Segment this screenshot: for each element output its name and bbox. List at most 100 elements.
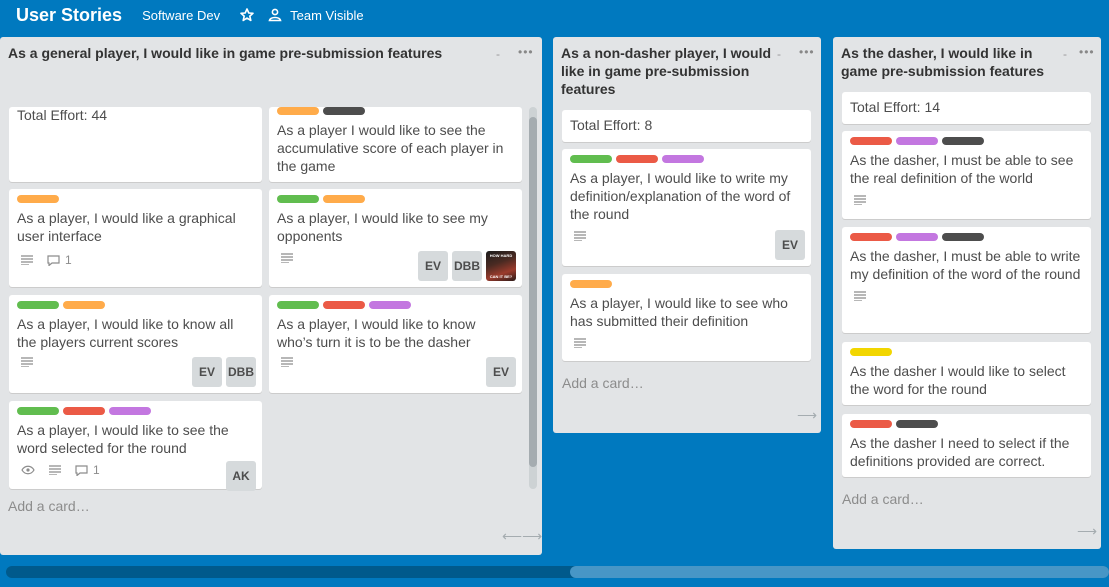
card-see-submitted[interactable]: As a player, I would like to see who has…	[562, 274, 811, 361]
card-word-selected[interactable]: As a player, I would like to see the wor…	[9, 401, 262, 491]
member-avatar[interactable]: EV	[775, 230, 805, 260]
card-members: EV DBB	[192, 357, 256, 387]
card-select-correct[interactable]: As the dasher I need to select if the de…	[842, 414, 1091, 477]
list-scrollbar-thumb[interactable]	[529, 117, 537, 467]
label-purple	[369, 301, 411, 309]
label-orange	[63, 301, 105, 309]
card-labels	[570, 280, 803, 288]
comments-count: 1	[65, 253, 72, 267]
add-card-link[interactable]: Add a card…	[562, 375, 644, 391]
card-badges: 1	[21, 253, 254, 267]
label-purple	[109, 407, 151, 415]
label-red	[63, 407, 105, 415]
star-icon[interactable]	[240, 8, 254, 22]
label-black	[323, 107, 365, 115]
list-dasher: As the dasher, I would like in game pre-…	[833, 37, 1101, 549]
card-title: As the dasher I need to select if the de…	[850, 435, 1070, 469]
label-red	[616, 155, 658, 163]
label-yellow	[850, 348, 892, 356]
card-title: Total Effort: 44	[17, 107, 108, 123]
card-badges: 1	[21, 463, 254, 477]
minimize-icon[interactable]: -	[1063, 47, 1067, 61]
card-labels	[277, 301, 514, 309]
card-labels	[570, 155, 803, 163]
label-orange	[570, 280, 612, 288]
member-avatar[interactable]: EV	[192, 357, 222, 387]
member-avatar[interactable]: DBB	[226, 357, 256, 387]
card-badges	[854, 291, 1083, 301]
label-green	[17, 301, 59, 309]
add-card-link[interactable]: Add a card…	[8, 498, 90, 514]
card-members: EV DBB HOW HARD CAN IT BE?	[418, 251, 516, 281]
team-visibility-button[interactable]: Team Visible	[268, 7, 364, 23]
card-labels	[17, 195, 254, 203]
member-avatar[interactable]: EV	[418, 251, 448, 281]
list-non-dasher: As a non-dasher player, I would like in …	[553, 37, 821, 433]
description-icon	[574, 338, 586, 348]
card-total-effort[interactable]: Total Effort: 14	[842, 92, 1091, 124]
label-purple	[896, 137, 938, 145]
label-red	[850, 137, 892, 145]
member-photo-avatar[interactable]: HOW HARD CAN IT BE?	[486, 251, 516, 281]
card-write-definition[interactable]: As the dasher, I must be able to write m…	[842, 227, 1091, 333]
avatar-caption-top: HOW HARD	[489, 253, 513, 258]
description-icon	[49, 465, 61, 475]
team-icon	[268, 8, 282, 22]
label-black	[942, 233, 984, 241]
card-total-effort[interactable]: Total Effort: 44	[9, 107, 262, 182]
card-see-opponents[interactable]: As a player, I would like to see my oppo…	[269, 189, 522, 287]
card-badges	[854, 195, 1083, 205]
team-visibility-label: Team Visible	[290, 7, 364, 23]
board-horizontal-scrollbar[interactable]	[6, 566, 1109, 578]
label-black	[896, 420, 938, 428]
card-title: As a player, I would like a graphical us…	[17, 210, 236, 244]
card-title: As a player, I would like to write my de…	[570, 170, 791, 222]
label-green	[277, 301, 319, 309]
label-green	[570, 155, 612, 163]
label-red	[850, 233, 892, 241]
label-green	[277, 195, 319, 203]
card-badges	[574, 338, 803, 348]
minimize-icon[interactable]: -	[496, 47, 500, 61]
member-avatar[interactable]: EV	[486, 357, 516, 387]
card-current-scores[interactable]: As a player, I would like to know all th…	[9, 295, 262, 393]
card-title: As a player, I would like to see my oppo…	[277, 210, 488, 244]
member-avatar[interactable]: AK	[226, 461, 256, 491]
card-accumulative-score[interactable]: As a player I would like to see the accu…	[269, 107, 522, 182]
card-badges	[281, 357, 514, 367]
card-select-word[interactable]: As the dasher I would like to select the…	[842, 342, 1091, 405]
card-title: As a player I would like to see the accu…	[277, 122, 504, 174]
card-labels	[277, 107, 514, 115]
list-menu-icon[interactable]: •••	[518, 45, 534, 59]
comment-icon	[75, 464, 88, 476]
list-title[interactable]: As the dasher, I would like in game pre-…	[833, 37, 1101, 80]
list-menu-icon[interactable]: •••	[1079, 45, 1095, 59]
card-title: As a player, I would like to know all th…	[17, 316, 234, 350]
description-icon	[574, 231, 586, 241]
label-orange	[277, 107, 319, 115]
member-avatar[interactable]: DBB	[452, 251, 482, 281]
card-title: As the dasher, I must be able to see the…	[850, 152, 1074, 186]
list-scrollbar[interactable]	[529, 107, 537, 489]
card-whose-turn[interactable]: As a player, I would like to know who’s …	[269, 295, 522, 393]
minimize-icon[interactable]: -	[777, 47, 781, 61]
card-write-definition[interactable]: As a player, I would like to write my de…	[562, 149, 811, 266]
card-see-real-definition[interactable]: As the dasher, I must be able to see the…	[842, 131, 1091, 219]
card-graphical-ui[interactable]: As a player, I would like a graphical us…	[9, 189, 262, 287]
card-labels	[850, 420, 1083, 428]
add-card-link[interactable]: Add a card…	[842, 491, 924, 507]
board-title[interactable]: User Stories	[16, 5, 122, 26]
comments-badge: 1	[47, 253, 72, 267]
card-labels	[17, 407, 254, 415]
scroll-arrows-icon: ⟵⟶	[502, 528, 543, 544]
label-purple	[896, 233, 938, 241]
list-title[interactable]: As a general player, I would like in gam…	[0, 37, 542, 62]
comments-count: 1	[93, 463, 100, 477]
list-menu-icon[interactable]: •••	[799, 45, 815, 59]
card-title: As the dasher I would like to select the…	[850, 363, 1066, 397]
board-scrollbar-thumb[interactable]	[570, 566, 1109, 578]
card-total-effort[interactable]: Total Effort: 8	[562, 110, 811, 142]
board-org[interactable]: Software Dev	[142, 8, 220, 23]
description-icon	[854, 291, 866, 301]
arrow-right-icon: ⟶	[797, 407, 818, 423]
